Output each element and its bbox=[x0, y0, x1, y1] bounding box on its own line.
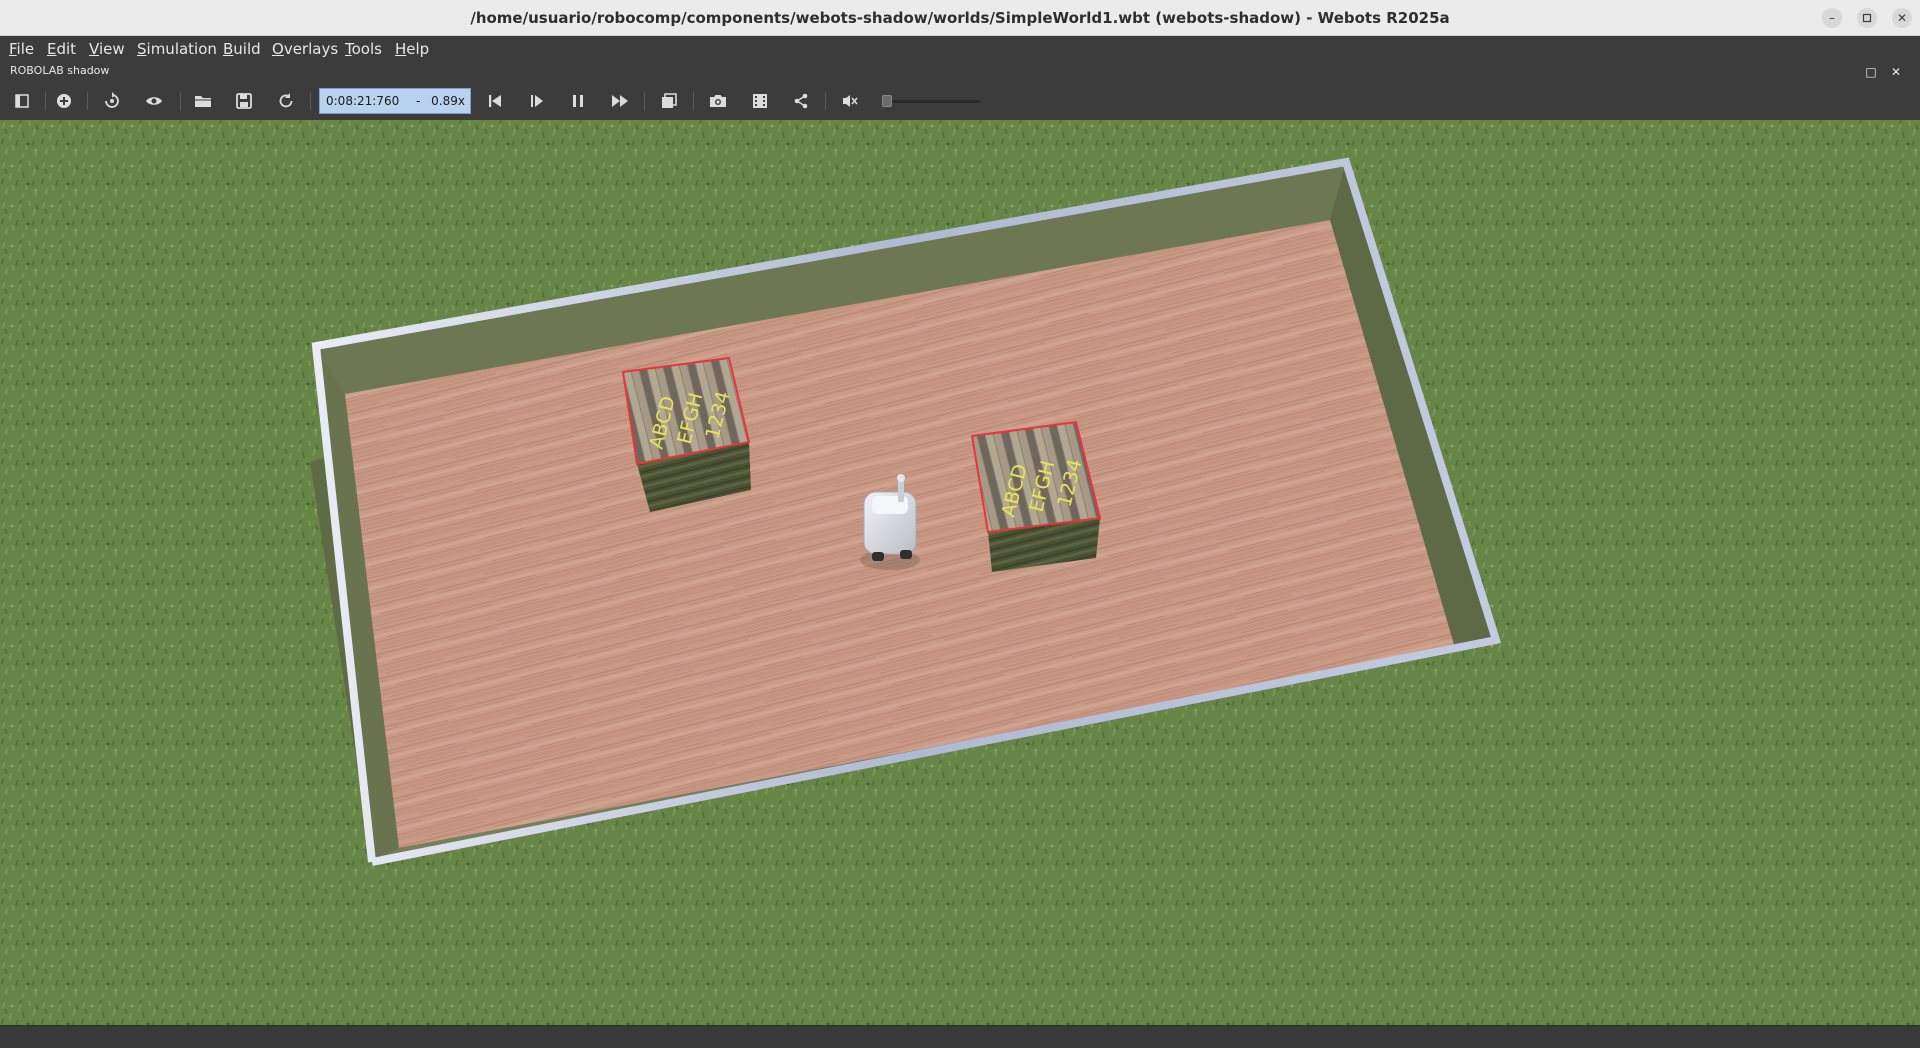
menu-build[interactable]: Build bbox=[223, 39, 261, 59]
simulation-time-display: 0:08:21:760 - 0.89x bbox=[319, 88, 471, 114]
toolbar-separator bbox=[693, 92, 694, 110]
float-dock-button[interactable]: □ bbox=[1863, 64, 1879, 80]
record-movie-button[interactable] bbox=[748, 89, 772, 113]
volume-slider-track[interactable] bbox=[888, 100, 980, 103]
menu-simulation[interactable]: Simulation bbox=[137, 39, 217, 59]
robot-wheel-left bbox=[872, 552, 884, 561]
menu-mnemonic: T bbox=[345, 40, 352, 58]
reset-simulation-icon bbox=[489, 95, 501, 107]
view-options-icon bbox=[146, 97, 162, 105]
step-icon bbox=[531, 95, 543, 107]
menu-edit-rest: dit bbox=[56, 40, 77, 58]
screenshot-icon bbox=[710, 95, 726, 107]
toolbar-separator bbox=[180, 92, 181, 110]
menu-mnemonic: V bbox=[89, 40, 99, 58]
toolbar-separator bbox=[310, 92, 311, 110]
step-button[interactable] bbox=[525, 89, 549, 113]
reset-simulation-button[interactable] bbox=[483, 89, 507, 113]
rendering-button[interactable] bbox=[657, 89, 681, 113]
pause-button[interactable] bbox=[566, 89, 590, 113]
reset-view-button[interactable] bbox=[100, 89, 124, 113]
screenshot-button[interactable] bbox=[706, 89, 730, 113]
menu-mnemonic: O bbox=[272, 40, 284, 58]
toolbar-separator bbox=[644, 92, 645, 110]
webots-window: /home/usuario/robocomp/components/webots… bbox=[0, 0, 1920, 1048]
view-dock-title: ROBOLAB shadow bbox=[10, 64, 110, 77]
reload-world-icon bbox=[279, 93, 293, 108]
fast-forward-icon bbox=[612, 95, 628, 107]
open-world-button[interactable] bbox=[191, 89, 215, 113]
mute-icon bbox=[843, 95, 858, 107]
close-dock-button[interactable]: ✕ bbox=[1888, 64, 1904, 80]
menu-mnemonic: H bbox=[395, 40, 407, 58]
menu-file[interactable]: File bbox=[9, 39, 34, 59]
menu-overlays[interactable]: Overlays bbox=[272, 39, 338, 59]
close-window-button[interactable]: ✕ bbox=[1892, 8, 1912, 28]
add-node-button[interactable] bbox=[52, 89, 76, 113]
menu-bar: File Edit View Simulation Build Overlays… bbox=[0, 36, 1920, 62]
toolbar-separator bbox=[87, 92, 88, 110]
menu-tools[interactable]: Tools bbox=[345, 39, 382, 59]
menu-build-rest: uild bbox=[233, 40, 261, 58]
simulation-time: 0:08:21:760 bbox=[326, 94, 400, 108]
menu-help[interactable]: Help bbox=[395, 39, 429, 59]
toolbar-separator bbox=[45, 92, 46, 110]
save-world-button[interactable] bbox=[232, 89, 256, 113]
menu-tools-rest: ools bbox=[351, 40, 382, 58]
menu-file-rest: ile bbox=[16, 40, 35, 58]
open-world-icon bbox=[195, 96, 211, 107]
pause-icon bbox=[573, 95, 583, 107]
menu-mnemonic: F bbox=[9, 40, 17, 58]
menu-help-rest: elp bbox=[406, 40, 430, 58]
mute-button[interactable] bbox=[838, 89, 862, 113]
robot-sensor-head bbox=[897, 474, 905, 482]
main-toolbar: 0:08:21:760 - 0.89x bbox=[0, 82, 1920, 120]
volume-slider-handle[interactable] bbox=[882, 95, 892, 107]
wooden-box-right[interactable]: ABCD EFGH 1234 bbox=[970, 420, 1102, 572]
menu-mnemonic: S bbox=[137, 40, 147, 58]
share-button[interactable] bbox=[789, 89, 813, 113]
reset-view-icon bbox=[105, 92, 119, 108]
menu-mnemonic: B bbox=[223, 40, 234, 58]
add-node-icon bbox=[57, 94, 71, 108]
record-movie-icon bbox=[753, 94, 767, 108]
menu-view-rest: iew bbox=[98, 40, 125, 58]
minimize-button[interactable]: – bbox=[1822, 8, 1842, 28]
robot-sensor-mast bbox=[898, 480, 904, 502]
menu-overlays-rest: verlays bbox=[283, 40, 339, 58]
view-options-button[interactable] bbox=[142, 89, 166, 113]
toolbar-separator bbox=[825, 92, 826, 110]
hide-scene-tree-icon bbox=[15, 94, 29, 108]
save-world-icon bbox=[236, 93, 252, 109]
share-icon bbox=[794, 93, 808, 109]
menu-simulation-rest: imulation bbox=[146, 40, 217, 58]
simulation-speed: 0.89x bbox=[431, 94, 465, 108]
robot-wheel-right bbox=[900, 550, 912, 559]
reload-world-button[interactable] bbox=[274, 89, 298, 113]
time-speed-separator: - bbox=[416, 94, 421, 108]
menu-view[interactable]: View bbox=[89, 39, 125, 59]
maximize-icon bbox=[1862, 13, 1872, 23]
fast-forward-button[interactable] bbox=[608, 89, 632, 113]
status-bar bbox=[0, 1025, 1920, 1048]
rendering-icon bbox=[662, 93, 677, 108]
3d-scene[interactable]: ABCD EFGH 1234 ABCD EFGH 1234 bbox=[0, 120, 1920, 1025]
hide-scene-tree-button[interactable] bbox=[10, 89, 34, 113]
menu-edit[interactable]: Edit bbox=[47, 39, 76, 59]
title-bar: /home/usuario/robocomp/components/webots… bbox=[0, 0, 1920, 36]
3d-viewport[interactable]: ABCD EFGH 1234 ABCD EFGH 1234 bbox=[0, 120, 1920, 1025]
view-dock-header: ROBOLAB shadow □ ✕ bbox=[0, 62, 1920, 82]
window-title: /home/usuario/robocomp/components/webots… bbox=[470, 9, 1450, 27]
maximize-button[interactable] bbox=[1857, 8, 1877, 28]
